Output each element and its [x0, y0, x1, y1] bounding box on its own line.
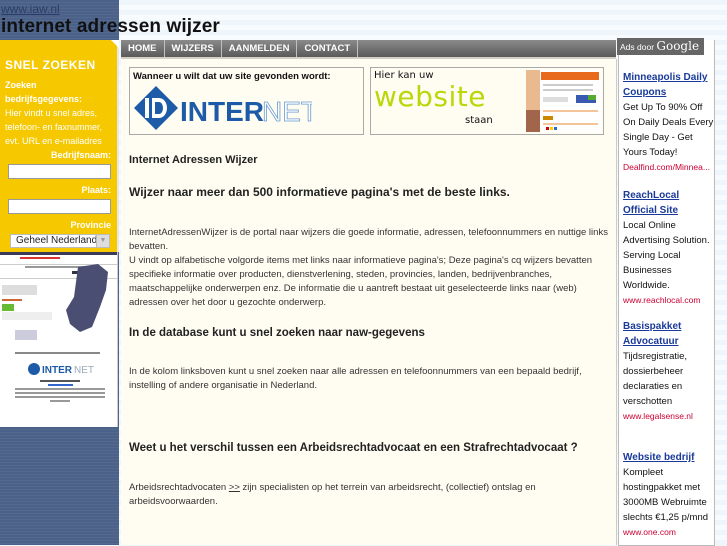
banner-website-word: website: [374, 80, 486, 113]
province-select[interactable]: Geheel Nederland ▼: [10, 234, 110, 248]
database-heading: In de database kunt u snel zoeken naar n…: [129, 327, 425, 339]
nav-wijzers[interactable]: WIJZERS: [165, 40, 222, 57]
banner-caption: Wanneer u wilt dat uw site gevonden word…: [133, 71, 331, 82]
google-logo-text: Google: [656, 39, 700, 53]
ad-title[interactable]: ReachLocal Official Site: [623, 188, 715, 218]
banner-idinternet[interactable]: Wanneer u wilt dat uw site gevonden word…: [129, 67, 364, 135]
lawyer-text-before: Arbeidsrechtadvocaten: [129, 482, 229, 493]
panel-corner: [111, 40, 119, 48]
quick-search-panel: SNEL ZOEKEN Zoeken bedrijfsgegevens: Hie…: [0, 40, 119, 252]
intro-paragraph: InternetAdressenWijzer is de portal naar…: [129, 227, 608, 252]
ad-title[interactable]: Minneapolis Daily Coupons: [623, 70, 715, 100]
place-input[interactable]: [8, 199, 111, 214]
search-subtitle-line1: Zoeken: [5, 80, 37, 90]
main-nav: HOME WIJZERS AANMELDEN CONTACT: [121, 40, 616, 59]
website-screenshot-thumbnail: [526, 70, 601, 132]
ad-title[interactable]: Basispakket Advocatuur: [623, 319, 715, 349]
ads-by-google-label[interactable]: Ads door Google: [617, 38, 704, 55]
ad-body: Local Online Advertising Solution. Servi…: [623, 220, 710, 291]
ad-url[interactable]: Dealfind.com/Minnea...: [623, 160, 715, 175]
province-selected-value: Geheel Nederland: [16, 235, 98, 246]
lawyer-heading: Weet u het verschil tussen een Arbeidsre…: [129, 442, 578, 454]
ad-body: Kompleet hostingpakket met 3000MB Webrui…: [623, 467, 709, 523]
ad-body: Tijdsregistratie, dossierbeheer declarat…: [623, 351, 688, 407]
search-subtitle: Zoeken bedrijfsgegevens:: [5, 78, 82, 106]
nav-home[interactable]: HOME: [121, 40, 165, 57]
company-name-input[interactable]: [8, 164, 111, 179]
more-link[interactable]: >>: [229, 482, 240, 493]
nav-contact[interactable]: CONTACT: [297, 40, 359, 57]
main-content: Wanneer u wilt dat uw site gevonden word…: [121, 59, 617, 545]
chevron-down-icon[interactable]: ▼: [96, 235, 109, 247]
nav-aanmelden[interactable]: AANMELDEN: [222, 40, 298, 57]
lawyer-paragraph: Arbeidsrechtadvocaten >> zijn specialist…: [129, 481, 614, 509]
site-url-link[interactable]: www.iaw.nl: [1, 2, 60, 16]
database-paragraph: In de kolom linksboven kunt u snel zoeke…: [129, 366, 582, 391]
ad-item[interactable]: Basispakket Advocatuur Tijdsregistratie,…: [623, 319, 715, 424]
site-preview-thumbnail[interactable]: INTER NET: [0, 252, 118, 427]
page-subheading: Wijzer naar meer dan 500 informatieve pa…: [129, 185, 510, 199]
search-title: SNEL ZOEKEN: [5, 58, 96, 72]
description-paragraph: U vindt op alfabetische volgorde items m…: [129, 255, 593, 308]
google-ads-column: Minneapolis Daily Coupons Get Up To 90% …: [618, 40, 715, 546]
search-subtitle-line2: bedrijfsgegevens:: [5, 94, 83, 104]
ad-item[interactable]: Minneapolis Daily Coupons Get Up To 90% …: [623, 70, 715, 175]
company-label: Bedrijfsnaam:: [50, 150, 111, 160]
page-heading: Internet Adressen Wijzer: [129, 154, 258, 166]
logo-inter-text: INTER: [180, 96, 264, 127]
ad-url[interactable]: www.legalsense.nl: [623, 409, 715, 424]
province-label: Provincie: [70, 220, 111, 230]
ad-url[interactable]: www.reachlocal.com: [623, 293, 715, 308]
ad-item[interactable]: Website bedrijf Kompleet hostingpakket m…: [623, 450, 715, 540]
svg-text:NET: NET: [74, 365, 94, 376]
ads-label-prefix: Ads door: [620, 42, 657, 52]
place-label: Plaats:: [81, 185, 111, 195]
idinternet-logo: INTER NET: [134, 86, 312, 130]
banner-line3: staan: [465, 115, 493, 126]
ad-body: Get Up To 90% Off On Daily Deals Every S…: [623, 102, 714, 158]
logo-net-text: NET: [262, 96, 312, 127]
ad-title[interactable]: Website bedrijf: [623, 450, 715, 465]
netherlands-map-preview-image: INTER NET: [0, 252, 117, 402]
ad-url[interactable]: www.one.com: [623, 525, 715, 540]
site-title: internet adressen wijzer: [1, 16, 220, 37]
search-description: Hier vindt u snel adres, telefoon- en fa…: [5, 108, 103, 146]
banner-your-website-here[interactable]: Hier kan uw website staan: [370, 67, 604, 135]
ad-item[interactable]: ReachLocal Official Site Local Online Ad…: [623, 188, 715, 308]
svg-text:INTER: INTER: [42, 365, 73, 376]
